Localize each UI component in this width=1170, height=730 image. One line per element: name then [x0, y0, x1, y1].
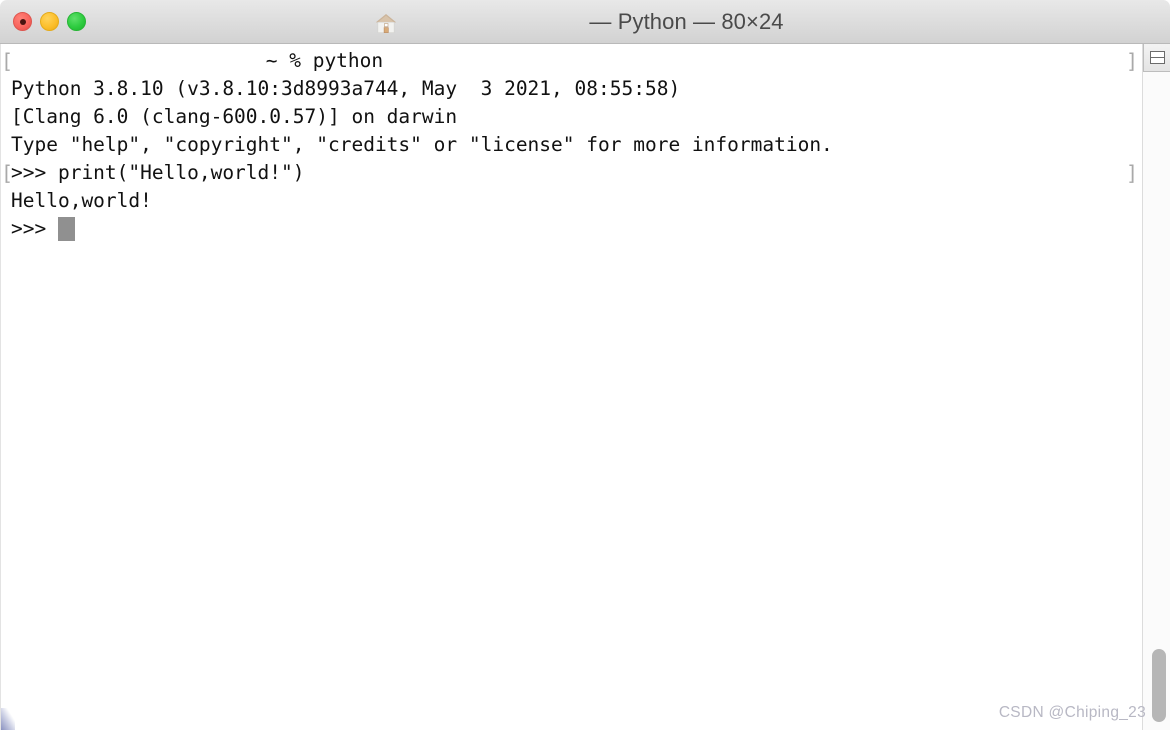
terminal-line-text: [Clang 6.0 (clang-600.0.57)] on darwin	[11, 105, 458, 128]
redacted-hostname	[11, 50, 254, 73]
terminal-line-text: ~ % python	[254, 49, 384, 72]
window-controls	[13, 0, 86, 43]
close-button[interactable]	[13, 12, 32, 31]
terminal-line-text: Hello,world!	[11, 189, 152, 212]
prompt-mark-right: ]	[1126, 49, 1139, 73]
terminal-window: — Python — 80×24 [] ~ % python Python 3.8…	[0, 0, 1170, 730]
text-cursor	[57, 217, 75, 241]
terminal-text-area[interactable]: [] ~ % python Python 3.8.10 (v3.8.10:3d89…	[1, 47, 1143, 730]
prompt-mark-right: ]	[1126, 161, 1139, 185]
minimize-button[interactable]	[40, 12, 59, 31]
python-prompt: >>>	[11, 217, 58, 240]
split-pane-icon	[1149, 51, 1165, 64]
terminal-line: [Clang 6.0 (clang-600.0.57)] on darwin	[1, 103, 1143, 131]
title-bar: — Python — 80×24	[0, 0, 1170, 44]
terminal-right-column	[1142, 44, 1170, 730]
terminal-line-text: Type "help", "copyright", "credits" or "…	[11, 133, 833, 156]
terminal-line: Type "help", "copyright", "credits" or "…	[1, 131, 1143, 159]
terminal-line: [] ~ % python	[1, 47, 1143, 75]
terminal-active-prompt-line[interactable]: >>>	[1, 215, 1143, 243]
terminal-line: Python 3.8.10 (v3.8.10:3d8993a744, May 3…	[1, 75, 1143, 103]
terminal-line: [] >>> print("Hello,world!")	[1, 159, 1143, 187]
terminal-line-text: >>> print("Hello,world!")	[11, 161, 305, 184]
split-pane-button[interactable]	[1143, 44, 1170, 72]
terminal-line-text: Python 3.8.10 (v3.8.10:3d8993a744, May 3…	[11, 77, 681, 100]
terminal-line: Hello,world!	[1, 187, 1143, 215]
terminal-body[interactable]: [] ~ % python Python 3.8.10 (v3.8.10:3d89…	[0, 44, 1170, 730]
prompt-mark-left: [	[1, 161, 14, 185]
home-icon	[374, 11, 398, 35]
window-title: — Python — 80×24	[374, 8, 784, 35]
zoom-button[interactable]	[67, 12, 86, 31]
title-redacted-text	[405, 12, 585, 34]
vertical-scrollbar-thumb[interactable]	[1152, 649, 1166, 722]
title-label: — Python — 80×24	[589, 8, 784, 34]
watermark-text: CSDN @Chiping_23	[998, 704, 1146, 721]
